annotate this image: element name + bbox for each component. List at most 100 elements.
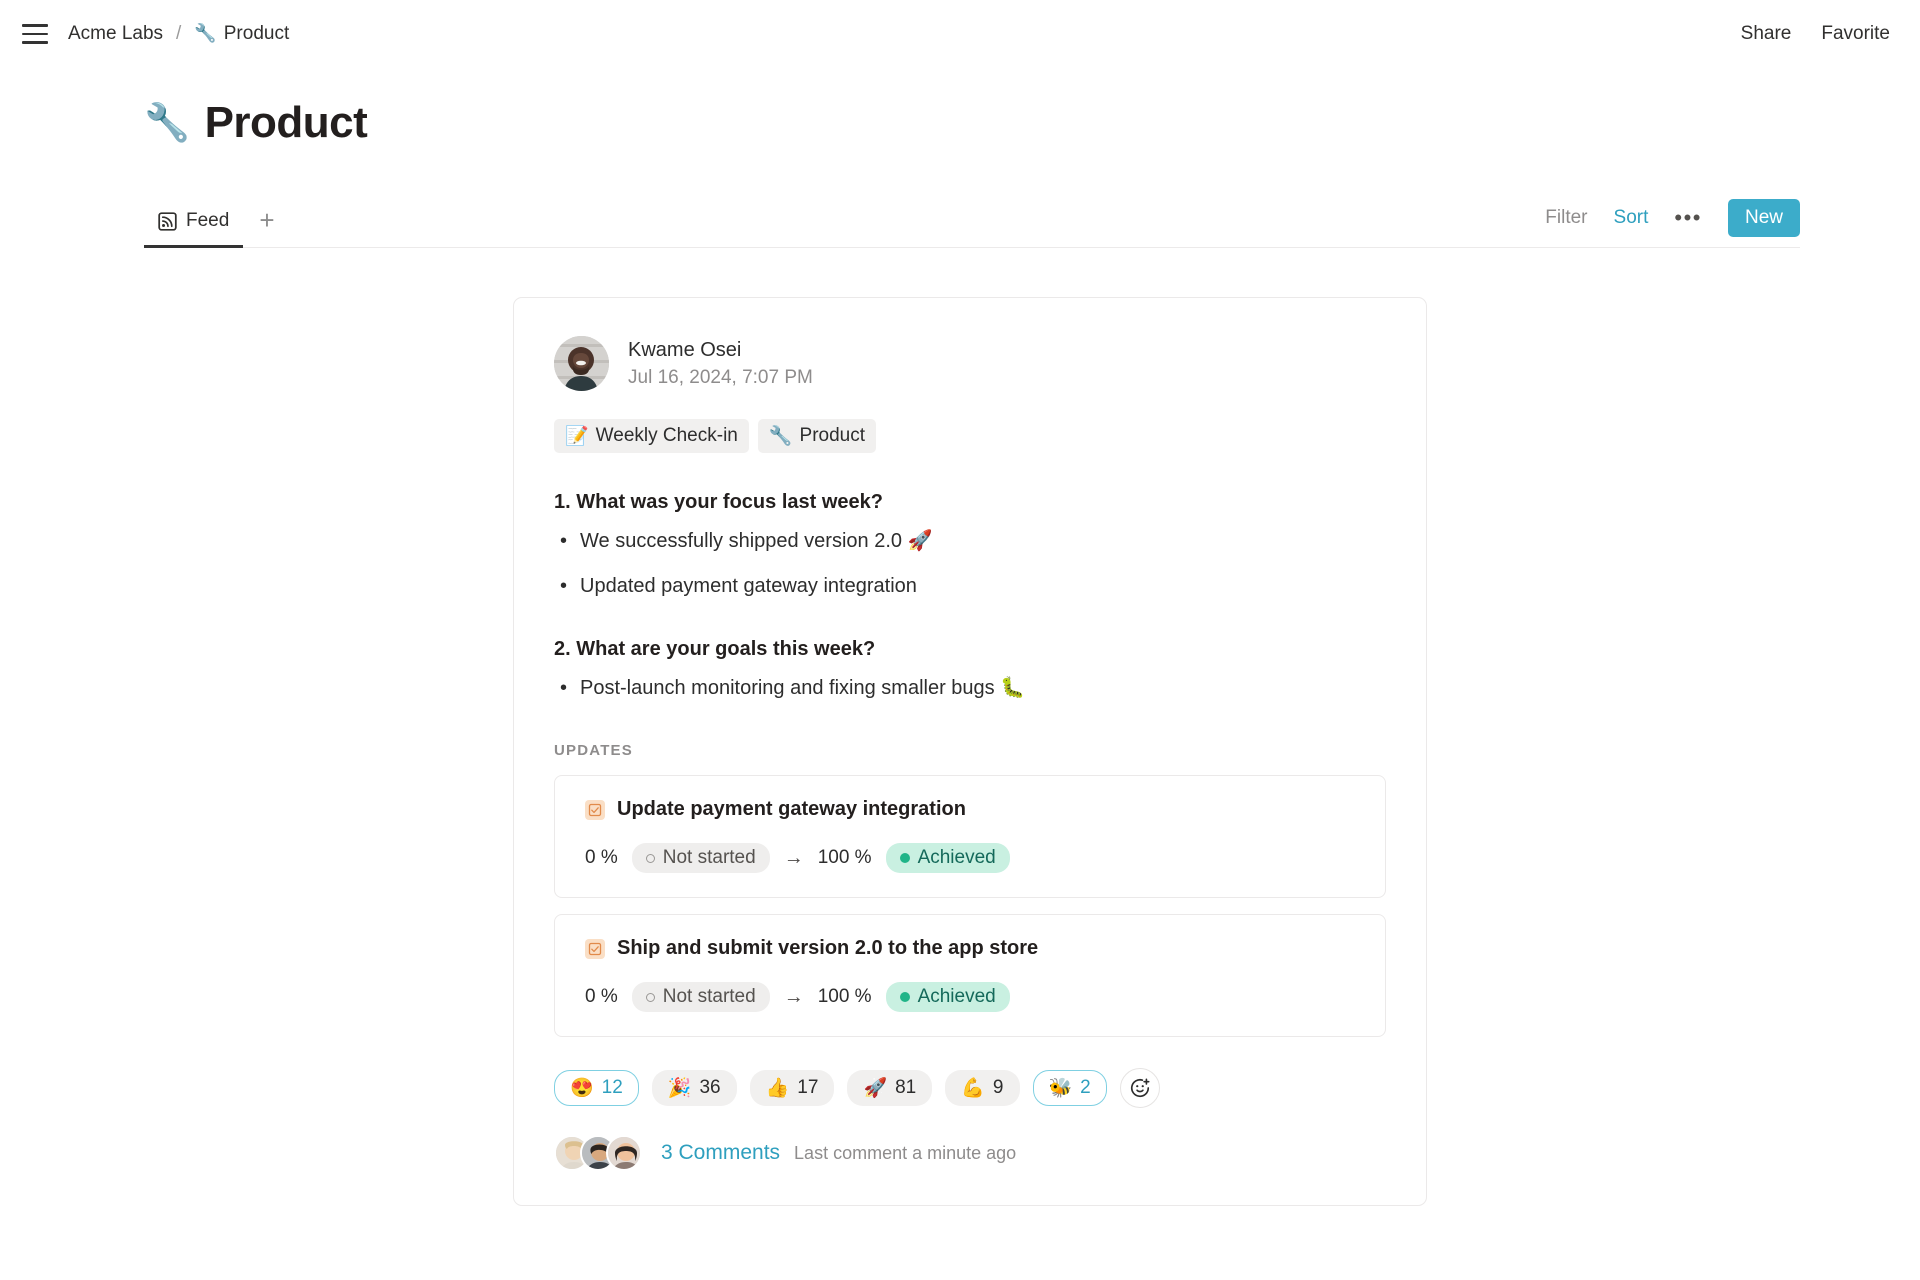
filter-button[interactable]: Filter — [1545, 207, 1587, 229]
update-progress-row: 0 % Not started → 100 % Achieved — [585, 843, 1355, 873]
answer-list: We successfully shipped version 2.0 🚀 Up… — [554, 528, 1386, 600]
post-card: Kwame Osei Jul 16, 2024, 7:07 PM 📝 Weekl… — [513, 297, 1427, 1206]
avatar-image — [608, 1137, 640, 1169]
tag-chip-label: Weekly Check-in — [595, 425, 738, 446]
update-card-header: Ship and submit version 2.0 to the app s… — [585, 937, 1355, 960]
update-to-percent: 100 % — [817, 847, 872, 868]
feed-container: Kwame Osei Jul 16, 2024, 7:07 PM 📝 Weekl… — [0, 297, 1920, 1206]
reaction-chip[interactable]: 🎉 36 — [651, 1070, 737, 1106]
question-title: 2. What are your goals this week? — [554, 638, 876, 660]
hamburger-bar — [22, 24, 48, 27]
reaction-chip[interactable]: 🐝 2 — [1032, 1070, 1107, 1106]
new-button[interactable]: New — [1727, 199, 1800, 237]
reaction-count: 36 — [699, 1077, 721, 1098]
checkbox-checked-icon — [585, 938, 605, 959]
heart-eyes-emoji-icon: 😍 — [570, 1077, 594, 1099]
tab-actions: Filter Sort ••• New — [1545, 199, 1800, 247]
reaction-count: 12 — [601, 1077, 623, 1098]
memo-icon: 📝 — [565, 426, 589, 447]
hamburger-bar — [22, 41, 48, 44]
arrow-right-icon: → — [783, 985, 804, 1008]
status-badge-to-label: Achieved — [917, 986, 996, 1007]
status-badge-to-label: Achieved — [917, 847, 996, 868]
party-popper-emoji-icon: 🎉 — [667, 1077, 692, 1099]
status-dot-icon — [645, 853, 655, 863]
tab-strip: Feed + Filter Sort ••• New — [144, 196, 1800, 248]
hamburger-menu-icon[interactable] — [18, 17, 52, 51]
tab-feed[interactable]: Feed — [144, 210, 244, 248]
status-badge-from-label: Not started — [662, 847, 756, 868]
avatar — [554, 336, 609, 391]
status-badge-from: Not started — [631, 843, 770, 873]
page-title: 🔧 Product — [0, 68, 1920, 148]
breadcrumb-page[interactable]: 🔧 Product — [194, 23, 289, 45]
wrench-icon: 🔧 — [144, 101, 190, 143]
post-timestamp: Jul 16, 2024, 7:07 PM — [628, 366, 813, 388]
rss-feed-icon — [158, 211, 177, 231]
reaction-bar: 😍 12 🎉 36 👍 17 🚀 81 💪 9 🐝 2 — [554, 1068, 1386, 1108]
honeybee-emoji-icon: 🐝 — [1048, 1077, 1073, 1099]
tab-feed-label: Feed — [186, 210, 230, 231]
update-card[interactable]: Update payment gateway integration 0 % N… — [554, 775, 1386, 898]
status-dot-icon — [899, 853, 910, 863]
question-title: 1. What was your focus last week? — [554, 491, 883, 513]
tag-chip-label: Product — [799, 425, 866, 446]
update-card-header: Update payment gateway integration — [585, 798, 1355, 821]
add-tab-button[interactable]: + — [243, 207, 290, 247]
flexed-biceps-emoji-icon: 💪 — [961, 1077, 985, 1099]
commenter-avatars — [554, 1135, 642, 1171]
reaction-count: 2 — [1080, 1077, 1091, 1098]
reaction-count: 81 — [895, 1077, 917, 1098]
wrench-icon: 🔧 — [768, 426, 793, 447]
avatar-image — [554, 336, 609, 391]
answer-item: Post-launch monitoring and fixing smalle… — [560, 675, 1386, 702]
status-dot-icon — [645, 992, 655, 1002]
update-progress-row: 0 % Not started → 100 % Achieved — [585, 982, 1355, 1012]
updates-section-label: UPDATES — [554, 742, 633, 759]
reaction-count: 9 — [992, 1077, 1004, 1098]
status-badge-to: Achieved — [885, 982, 1010, 1012]
top-bar: Acme Labs / 🔧 Product Share Favorite — [0, 0, 1920, 68]
update-card[interactable]: Ship and submit version 2.0 to the app s… — [554, 914, 1386, 1037]
post-author-block: Kwame Osei Jul 16, 2024, 7:07 PM — [628, 339, 813, 389]
reaction-chip[interactable]: 😍 12 — [554, 1070, 639, 1106]
tag-chip[interactable]: 📝 Weekly Check-in — [554, 419, 749, 453]
comments-row[interactable]: 3 Comments Last comment a minute ago — [554, 1135, 1386, 1205]
checkbox-checked-icon — [585, 799, 605, 820]
comments-link[interactable]: 3 Comments — [661, 1141, 780, 1165]
avatar — [606, 1135, 642, 1171]
favorite-button[interactable]: Favorite — [1821, 23, 1890, 45]
breadcrumb-page-label: Product — [223, 23, 290, 44]
comments-meta: Last comment a minute ago — [794, 1142, 1017, 1163]
answer-item: Updated payment gateway integration — [560, 573, 1386, 600]
top-bar-actions: Share Favorite — [1741, 23, 1890, 45]
update-from-percent: 0 % — [585, 847, 618, 868]
post-header: Kwame Osei Jul 16, 2024, 7:07 PM — [554, 336, 1386, 391]
breadcrumb-workspace[interactable]: Acme Labs — [68, 23, 163, 45]
post-author: Kwame Osei — [628, 338, 742, 361]
rocket-emoji-icon: 🚀 — [863, 1077, 888, 1099]
breadcrumb-separator: / — [176, 23, 182, 44]
status-badge-to: Achieved — [885, 843, 1010, 873]
add-reaction-smiley-icon — [1130, 1078, 1150, 1098]
answer-list: Post-launch monitoring and fixing smalle… — [554, 675, 1386, 702]
hamburger-bar — [22, 32, 48, 36]
more-options-icon[interactable]: ••• — [1674, 207, 1702, 229]
reaction-chip[interactable]: 💪 9 — [945, 1070, 1020, 1106]
share-button[interactable]: Share — [1741, 23, 1792, 45]
tag-chip[interactable]: 🔧 Product — [757, 419, 877, 453]
reaction-count: 17 — [797, 1077, 819, 1098]
update-from-percent: 0 % — [585, 986, 618, 1007]
arrow-right-icon: → — [783, 846, 804, 869]
status-badge-from-label: Not started — [662, 986, 756, 1007]
add-reaction-button[interactable] — [1119, 1068, 1160, 1108]
reaction-chip[interactable]: 👍 17 — [749, 1070, 835, 1106]
sort-button[interactable]: Sort — [1614, 207, 1649, 229]
update-title: Update payment gateway integration — [617, 798, 966, 820]
update-to-percent: 100 % — [817, 986, 872, 1007]
page-title-text: Product — [204, 98, 368, 147]
status-dot-icon — [899, 992, 910, 1002]
update-title: Ship and submit version 2.0 to the app s… — [617, 937, 1039, 959]
reaction-chip[interactable]: 🚀 81 — [847, 1070, 933, 1106]
post-tags: 📝 Weekly Check-in 🔧 Product — [554, 419, 1386, 453]
